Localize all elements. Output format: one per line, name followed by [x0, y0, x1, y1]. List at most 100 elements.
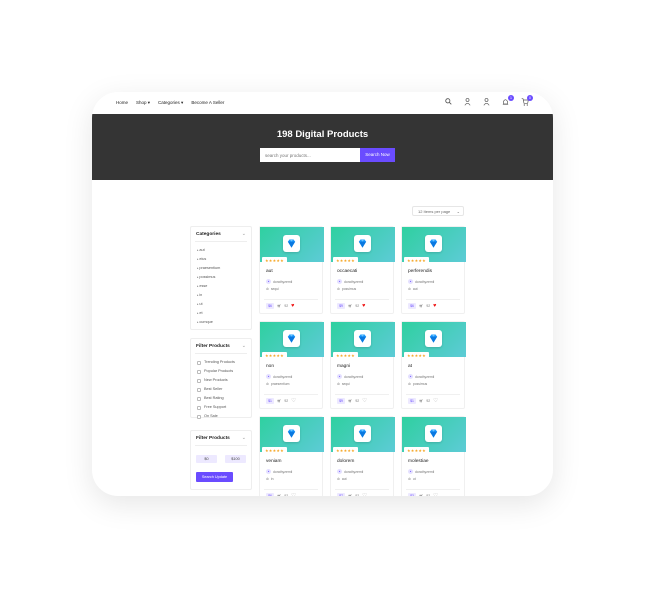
- categories-title[interactable]: Categories ⌄: [191, 227, 251, 237]
- product-category[interactable]: sequi: [271, 287, 279, 291]
- search-input[interactable]: [260, 148, 360, 162]
- category-item[interactable]: eius: [197, 255, 245, 264]
- items-per-page-select[interactable]: 12 Items per page ⌄: [412, 206, 464, 216]
- heart-icon[interactable]: ♥: [433, 303, 436, 309]
- filter-option-trending[interactable]: Trending Products: [197, 358, 245, 367]
- checkbox[interactable]: [197, 378, 201, 383]
- product-category[interactable]: ut: [413, 477, 416, 481]
- category-item[interactable]: praesentium: [197, 264, 245, 273]
- price-max-input[interactable]: $100: [225, 455, 246, 463]
- product-thumbnail[interactable]: ★★★★★: [402, 227, 466, 264]
- author-name[interactable]: dorathyzemli: [415, 470, 434, 474]
- author-name[interactable]: dorathyzemli: [273, 375, 292, 379]
- user-icon[interactable]: [482, 98, 491, 107]
- product-card[interactable]: ★★★★★ at ● dorathyzemli ⊘ possimus $1 🛒︎…: [401, 321, 466, 409]
- product-thumbnail[interactable]: ★★★★★: [402, 322, 466, 359]
- tag-icon: ⊘: [337, 382, 340, 386]
- heart-icon[interactable]: ♡: [362, 398, 367, 404]
- product-title[interactable]: molestiae: [408, 459, 429, 464]
- product-thumbnail[interactable]: ★★★★★: [402, 417, 466, 454]
- checkbox[interactable]: [197, 369, 201, 374]
- tag-icon: ⊘: [408, 477, 411, 481]
- price-min-input[interactable]: $0: [196, 455, 217, 463]
- product-category[interactable]: possimus: [342, 287, 356, 291]
- filter-option-new[interactable]: New Products: [197, 376, 245, 385]
- product-title[interactable]: magni: [337, 364, 350, 369]
- product-card[interactable]: ★★★★★ magni ● dorathyzemli ⊘ sequi $9 🛒︎…: [330, 321, 395, 409]
- product-card[interactable]: ★★★★★ non ● dorathyzemli ⊘ praesentium $…: [259, 321, 324, 409]
- rating-stars: ★★★★★: [262, 352, 287, 359]
- category-item[interactable]: possimus: [197, 273, 245, 282]
- product-title[interactable]: occaecati: [337, 269, 357, 274]
- avatar: ●: [266, 469, 271, 474]
- category-item[interactable]: et: [197, 309, 245, 318]
- nav-link-shop[interactable]: Shop ▾: [136, 100, 150, 106]
- author-name[interactable]: dorathyzemli: [415, 375, 434, 379]
- filter-option-free-support[interactable]: Free Support: [197, 403, 245, 412]
- heart-icon[interactable]: ♥: [362, 303, 365, 309]
- product-card[interactable]: ★★★★★ veniam ● dorathyzemli ⊘ in $6 🛒︎ 9…: [259, 416, 324, 496]
- product-thumbnail[interactable]: ★★★★★: [260, 322, 324, 359]
- product-card[interactable]: ★★★★★ molestiae ● dorathyzemli ⊘ ut $3 🛒…: [401, 416, 466, 496]
- heart-icon[interactable]: ♥: [291, 303, 294, 309]
- product-thumbnail[interactable]: ★★★★★: [331, 322, 395, 359]
- product-card[interactable]: ★★★★★ aut ● dorathyzemli ⊘ sequi $6 🛒︎ 9…: [259, 226, 324, 314]
- product-title[interactable]: aut: [266, 269, 273, 274]
- price-tag: $1: [408, 398, 416, 404]
- author-name[interactable]: dorathyzemli: [415, 280, 434, 284]
- product-category[interactable]: sequi: [342, 382, 350, 386]
- category-item[interactable]: ut: [197, 300, 245, 309]
- bell-icon[interactable]: 1: [501, 95, 514, 107]
- author-name[interactable]: dorathyzemli: [273, 470, 292, 474]
- filter-option-best-rating[interactable]: Best Rating: [197, 394, 245, 403]
- product-card[interactable]: ★★★★★ dolorem ● dorathyzemli ⊘ aut $7 🛒︎…: [330, 416, 395, 496]
- author-name[interactable]: dorathyzemli: [344, 470, 363, 474]
- heart-icon[interactable]: ♡: [291, 493, 296, 496]
- filter-price-title[interactable]: Filter Products ⌄: [191, 431, 251, 441]
- search-update-button[interactable]: Search Update: [196, 472, 233, 482]
- product-category[interactable]: aut: [342, 477, 347, 481]
- nav-link-home[interactable]: Home: [116, 100, 128, 106]
- heart-icon[interactable]: ♡: [433, 398, 438, 404]
- filter-option-best-seller[interactable]: Best Seller: [197, 385, 245, 394]
- product-category[interactable]: possimus: [413, 382, 427, 386]
- filter-option-popular[interactable]: Popular Products: [197, 367, 245, 376]
- category-item[interactable]: cumque: [197, 318, 245, 327]
- checkbox[interactable]: [197, 396, 201, 401]
- product-card[interactable]: ★★★★★ occaecati ● dorathyzemli ⊘ possimu…: [330, 226, 395, 314]
- product-title[interactable]: at: [408, 364, 412, 369]
- nav-link-become-seller[interactable]: Become A Seller: [191, 100, 224, 106]
- product-title[interactable]: veniam: [266, 459, 281, 464]
- user-icon[interactable]: [463, 98, 472, 107]
- search-now-button[interactable]: Search Now: [360, 148, 395, 162]
- heart-icon[interactable]: ♡: [291, 398, 296, 404]
- product-title[interactable]: non: [266, 364, 274, 369]
- filter-option-on-sale[interactable]: On Sale: [197, 412, 245, 421]
- product-category[interactable]: praesentium: [271, 382, 290, 386]
- product-thumbnail[interactable]: ★★★★★: [331, 417, 395, 454]
- product-category[interactable]: in: [271, 477, 274, 481]
- heart-icon[interactable]: ♡: [433, 493, 438, 496]
- cart-icon[interactable]: 0: [520, 95, 533, 107]
- author-name[interactable]: dorathyzemli: [344, 375, 363, 379]
- search-icon[interactable]: [444, 98, 453, 107]
- category-item[interactable]: esse: [197, 282, 245, 291]
- product-title[interactable]: dolorem: [337, 459, 354, 464]
- product-card[interactable]: ★★★★★ perferendis ● dorathyzemli ⊘ aut $…: [401, 226, 466, 314]
- nav-link-categories[interactable]: Categories ▾: [158, 100, 183, 106]
- heart-icon[interactable]: ♡: [362, 493, 367, 496]
- product-thumbnail[interactable]: ★★★★★: [260, 417, 324, 454]
- product-category[interactable]: aut: [413, 287, 418, 291]
- category-item[interactable]: in: [197, 291, 245, 300]
- product-thumbnail[interactable]: ★★★★★: [331, 227, 395, 264]
- filter-products-title[interactable]: Filter Products ⌄: [191, 339, 251, 349]
- checkbox[interactable]: [197, 405, 201, 410]
- checkbox[interactable]: [197, 387, 201, 392]
- category-item[interactable]: aut: [197, 246, 245, 255]
- product-title[interactable]: perferendis: [408, 269, 432, 274]
- author-name[interactable]: dorathyzemli: [344, 280, 363, 284]
- checkbox[interactable]: [197, 360, 201, 365]
- product-thumbnail[interactable]: ★★★★★: [260, 227, 324, 264]
- author-name[interactable]: dorathyzemli: [273, 280, 292, 284]
- checkbox[interactable]: [197, 414, 201, 419]
